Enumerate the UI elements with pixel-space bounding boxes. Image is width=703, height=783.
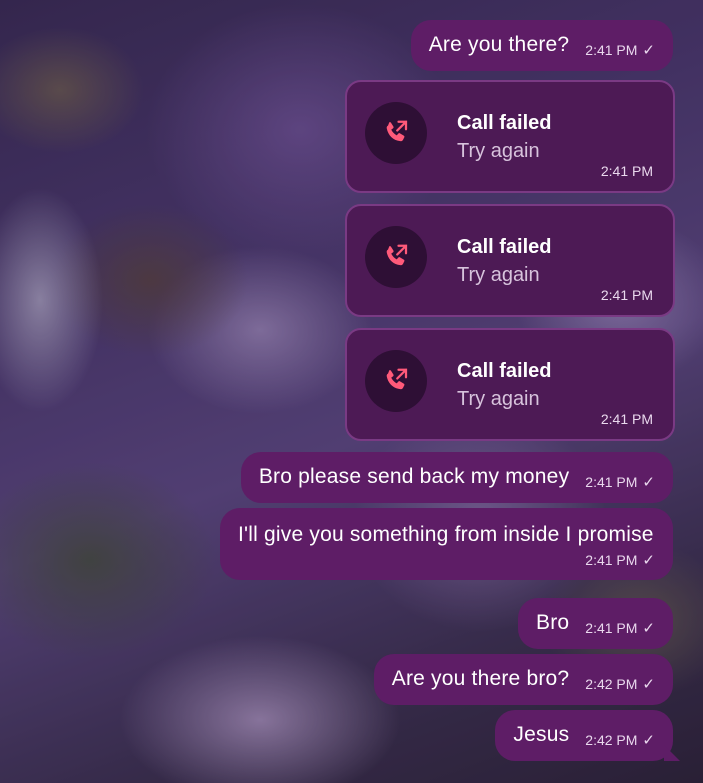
call-status-title: Call failed	[457, 112, 552, 134]
message-meta: 2:41 PM ✓	[238, 551, 655, 570]
message-text: Bro	[536, 611, 570, 634]
message-bubble[interactable]: Are you there? 2:41 PM ✓	[410, 20, 673, 71]
message-text: Are you there bro?	[391, 667, 570, 690]
call-retry-label[interactable]: Try again	[457, 388, 540, 411]
message-text: Are you there?	[428, 33, 570, 56]
message-time: 2:41 PM	[585, 474, 638, 490]
sent-check-icon: ✓	[642, 474, 655, 491]
message-bubble[interactable]: Bro please send back my money 2:41 PM ✓	[240, 452, 673, 503]
message-bubble[interactable]: Are you there bro? 2:42 PM ✓	[373, 654, 673, 705]
call-retry-label[interactable]: Try again	[457, 264, 540, 287]
message-time: 2:41 PM	[600, 411, 653, 427]
message-time: 2:41 PM	[585, 552, 638, 568]
message-time: 2:41 PM	[585, 620, 638, 636]
sent-check-icon: ✓	[642, 42, 655, 59]
message-text: Bro please send back my money	[258, 465, 570, 488]
message-time: 2:42 PM	[585, 732, 638, 748]
phone-outgoing-icon[interactable]	[365, 102, 427, 164]
message-meta: 2:41 PM ✓	[585, 619, 655, 638]
sent-check-icon: ✓	[642, 732, 655, 749]
message-time: 2:42 PM	[585, 676, 638, 692]
phone-outgoing-icon[interactable]	[365, 350, 427, 412]
message-bubble[interactable]: Jesus 2:42 PM ✓	[495, 710, 680, 761]
call-status-title: Call failed	[457, 236, 552, 258]
call-failed-bubble[interactable]: Call failed Try again 2:41 PM	[345, 204, 675, 317]
phone-outgoing-icon[interactable]	[365, 226, 427, 288]
message-meta: 2:42 PM ✓	[585, 731, 655, 750]
sent-check-icon: ✓	[642, 552, 655, 569]
sent-check-icon: ✓	[642, 620, 655, 637]
call-status-title: Call failed	[457, 360, 552, 382]
chat-thread[interactable]: Are you there? 2:41 PM ✓ Call failed Try…	[0, 0, 703, 783]
bubble-tail	[664, 745, 680, 761]
message-time: 2:41 PM	[585, 42, 638, 58]
call-failed-bubble[interactable]: Call failed Try again 2:41 PM	[345, 80, 675, 193]
sent-check-icon: ✓	[642, 676, 655, 693]
message-meta: 2:41 PM ✓	[585, 473, 655, 492]
message-bubble[interactable]: Bro 2:41 PM ✓	[518, 598, 673, 649]
message-text: Jesus	[513, 723, 570, 746]
message-time: 2:41 PM	[600, 287, 653, 303]
call-retry-label[interactable]: Try again	[457, 140, 540, 163]
message-meta: 2:42 PM ✓	[585, 675, 655, 694]
message-time: 2:41 PM	[600, 163, 653, 179]
message-meta: 2:41 PM ✓	[585, 41, 655, 60]
message-text: I'll give you something from inside I pr…	[238, 523, 654, 546]
call-failed-bubble[interactable]: Call failed Try again 2:41 PM	[345, 328, 675, 441]
message-bubble[interactable]: I'll give you something from inside I pr…	[220, 508, 673, 580]
